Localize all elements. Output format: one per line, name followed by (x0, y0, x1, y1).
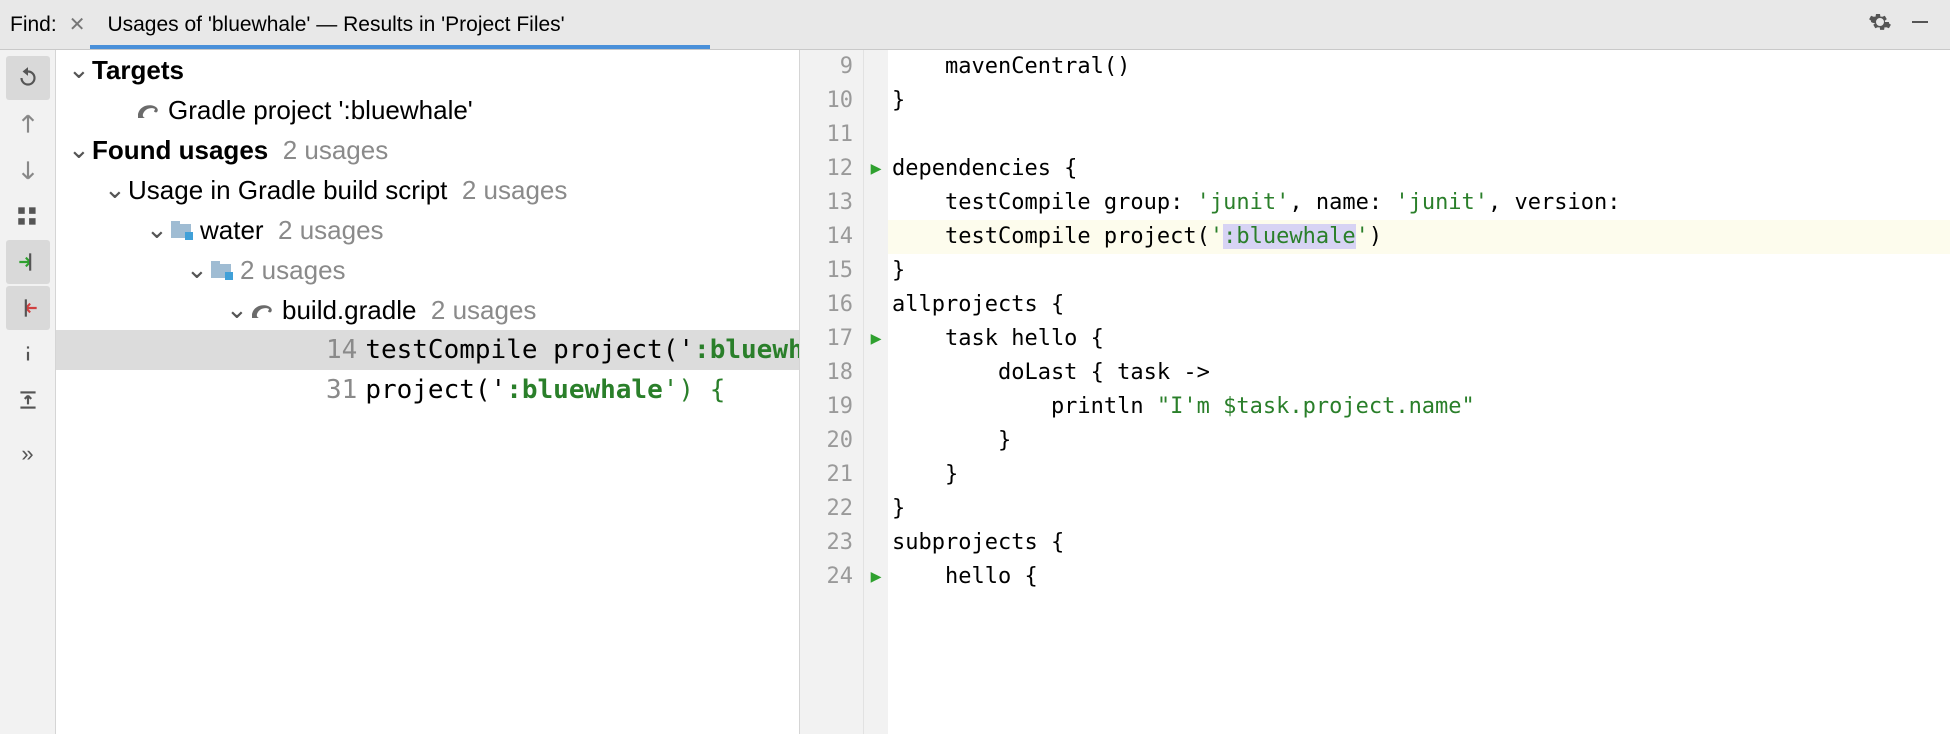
code-line: mavenCentral() (888, 50, 1950, 84)
line-gutter: 91011 121314 151617 181920 212223 24 (800, 50, 864, 734)
close-tab-icon[interactable]: ✕ (57, 12, 98, 37)
targets-node[interactable]: ⌄ Targets (56, 50, 799, 90)
found-usages-count: 2 usages (283, 130, 389, 170)
submodule-node[interactable]: ⌄ 2 usages (56, 250, 799, 290)
code-line: allprojects { (888, 288, 1950, 322)
merge-incoming-icon[interactable] (6, 240, 50, 284)
code-line (888, 118, 1950, 152)
found-usages-node[interactable]: ⌄ Found usages 2 usages (56, 130, 799, 170)
line-number: 31 (326, 370, 357, 410)
folder-icon (210, 260, 234, 280)
gradle-icon (250, 300, 276, 320)
group-count: 2 usages (462, 170, 568, 210)
code-line: } (888, 458, 1950, 492)
rerun-icon[interactable] (6, 56, 50, 100)
line-number: 14 (326, 330, 357, 370)
chevron-down-icon[interactable]: ⌄ (68, 129, 88, 169)
code-line: subprojects { (888, 526, 1950, 560)
code-line: } (888, 424, 1950, 458)
submodule-count: 2 usages (240, 250, 346, 290)
chevron-down-icon[interactable]: ⌄ (186, 249, 206, 289)
module-node[interactable]: ⌄ water 2 usages (56, 210, 799, 250)
usage-text: project(':bluewhale') { (365, 370, 725, 410)
module-count: 2 usages (278, 210, 384, 250)
code-line: task hello { (888, 322, 1950, 356)
find-tab-title[interactable]: Usages of 'bluewhale' — Results in 'Proj… (97, 13, 574, 37)
targets-label: Targets (92, 50, 184, 90)
group-node[interactable]: ⌄ Usage in Gradle build script 2 usages (56, 170, 799, 210)
usage-hit-1[interactable]: 14 testCompile project(':bluewhale') (56, 330, 799, 370)
code-line-highlighted: testCompile project(':bluewhale') (888, 220, 1950, 254)
minimize-icon[interactable] (1900, 10, 1940, 40)
target-item[interactable]: Gradle project ':bluewhale' (56, 90, 799, 130)
run-icon[interactable]: ▶ (864, 560, 888, 594)
run-glyphs: ▶ ▶ ▶ (864, 50, 888, 734)
find-label: Find: (10, 13, 57, 37)
file-count: 2 usages (431, 290, 537, 330)
more-icon[interactable]: » (6, 432, 50, 476)
merge-outgoing-icon[interactable] (6, 286, 50, 330)
run-icon[interactable]: ▶ (864, 322, 888, 356)
chevron-down-icon[interactable]: ⌄ (104, 169, 124, 209)
module-name: water (200, 210, 264, 250)
chevron-down-icon[interactable]: ⌄ (226, 289, 246, 329)
usage-hit-2[interactable]: 31 project(':bluewhale') { (56, 370, 799, 410)
expand-all-icon[interactable] (6, 378, 50, 422)
target-name: Gradle project ':bluewhale' (168, 90, 473, 130)
find-header: Find: ✕ Usages of 'bluewhale' — Results … (0, 0, 1950, 50)
group-by-icon[interactable] (6, 194, 50, 238)
group-label: Usage in Gradle build script (128, 170, 447, 210)
code-line: println "I'm $task.project.name" (888, 390, 1950, 424)
info-icon[interactable] (6, 332, 50, 376)
gear-icon[interactable] (1860, 10, 1900, 40)
preview-editor[interactable]: 91011 121314 151617 181920 212223 24 ▶ ▶… (800, 50, 1950, 734)
run-icon[interactable]: ▶ (864, 152, 888, 186)
prev-usage-icon[interactable] (6, 102, 50, 146)
code-line: doLast { task -> (888, 356, 1950, 390)
code-line: } (888, 84, 1950, 118)
file-node[interactable]: ⌄ build.gradle 2 usages (56, 290, 799, 330)
next-usage-icon[interactable] (6, 148, 50, 192)
code-line: hello { (888, 560, 1950, 594)
code-line: dependencies { (888, 152, 1950, 186)
code-line: } (888, 254, 1950, 288)
code-line: } (888, 492, 1950, 526)
folder-icon (170, 220, 194, 240)
active-tab-indicator (90, 45, 710, 49)
chevron-down-icon[interactable]: ⌄ (68, 50, 88, 89)
file-name: build.gradle (282, 290, 416, 330)
code-lines[interactable]: mavenCentral() } dependencies { testComp… (888, 50, 1950, 734)
gradle-icon (136, 100, 162, 120)
usage-text: testCompile project(':bluewhale') (365, 330, 800, 370)
code-line: testCompile group: 'junit', name: 'junit… (888, 186, 1950, 220)
chevron-down-icon[interactable]: ⌄ (146, 209, 166, 249)
found-usages-label: Found usages (92, 130, 268, 170)
usages-tree[interactable]: ⌄ Targets Gradle project ':bluewhale' ⌄ … (56, 50, 800, 734)
find-sidetools: » (0, 50, 56, 734)
